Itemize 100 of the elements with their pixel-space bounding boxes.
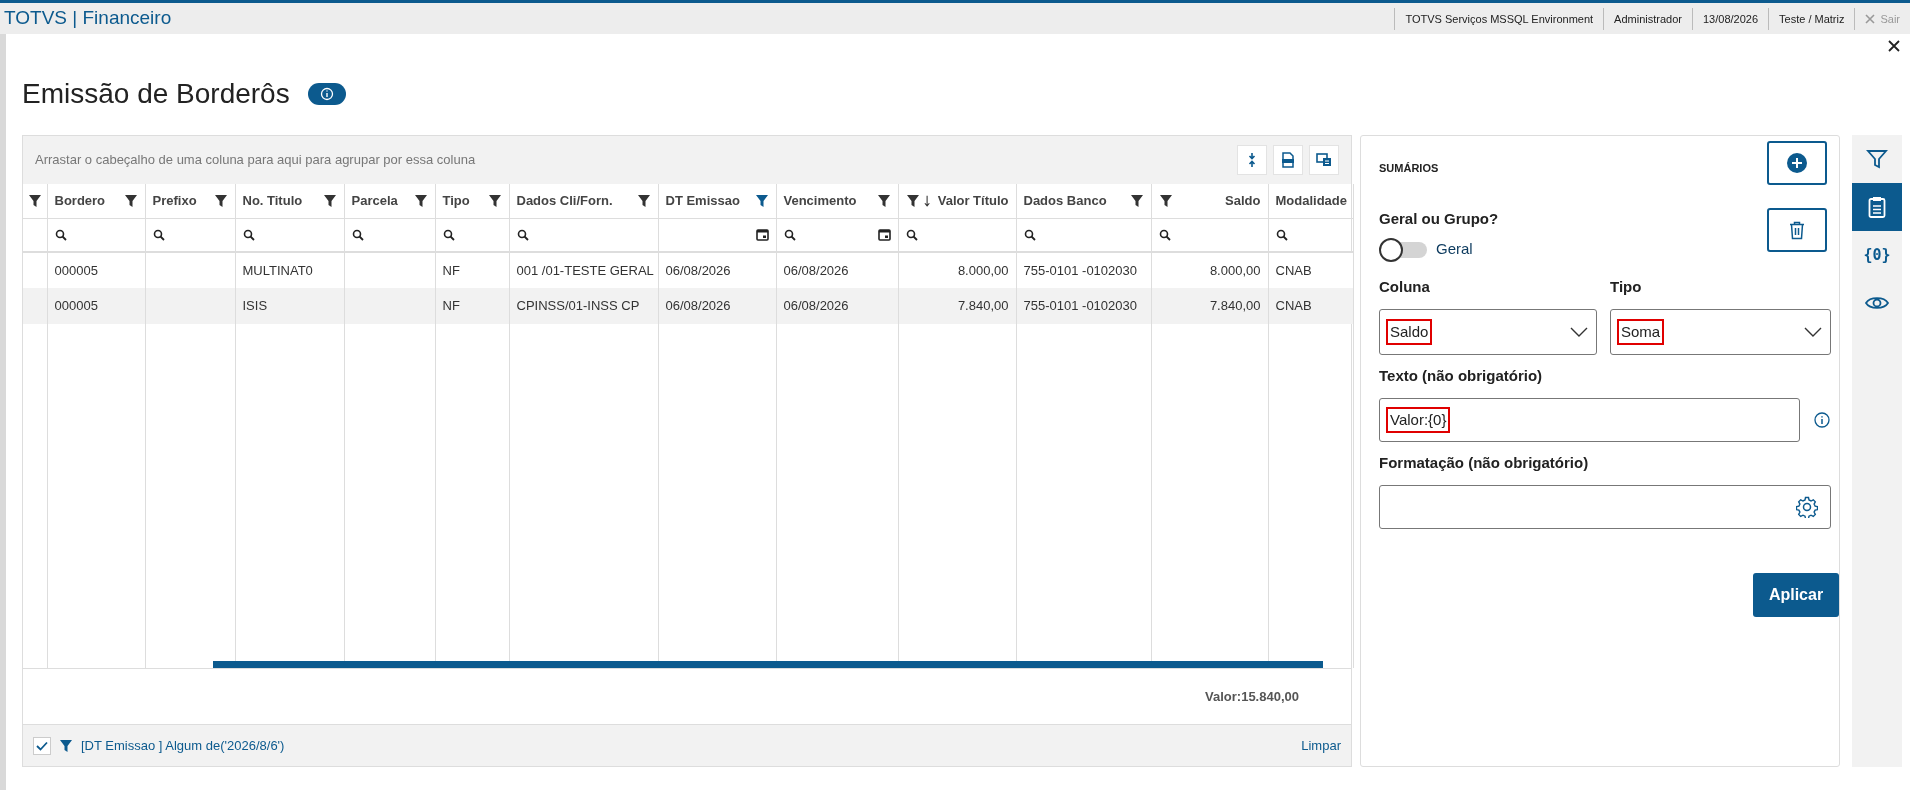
page-title: Emissão de Borderôs	[22, 77, 290, 111]
active-filter-text: [DT Emissao ] Algum de('2026/8/6')	[81, 736, 285, 755]
table-cell: 755-0101 -0102030	[1023, 262, 1137, 278]
columns-button[interactable]	[1309, 145, 1339, 175]
variable-icon: {0}	[1863, 243, 1891, 267]
clipboard-icon	[1868, 196, 1886, 218]
column-header[interactable]: Modalidade	[1275, 191, 1347, 211]
filter-icon[interactable]	[28, 193, 42, 208]
search-icon	[242, 228, 255, 241]
document-icon	[1281, 152, 1295, 168]
side-tab[interactable]: {0}	[1852, 231, 1902, 279]
table-cell: 000005	[54, 298, 98, 314]
info-icon[interactable]	[1814, 412, 1830, 428]
search-icon	[152, 228, 165, 241]
trash-icon	[1789, 220, 1805, 240]
horizontal-scrollbar[interactable]	[213, 661, 1323, 668]
filter-icon[interactable]	[905, 193, 920, 208]
panel-title: SUMÁRIOS	[1379, 161, 1439, 176]
column-header[interactable]: Dados Banco	[1023, 191, 1107, 211]
table-cell: MULTINAT0	[242, 262, 313, 278]
search-icon	[783, 228, 796, 241]
column-header[interactable]: DT Emissao	[665, 191, 740, 211]
table-cell: 06/08/2026	[665, 262, 731, 278]
eye-icon	[1865, 295, 1889, 311]
table-cell: 8.000,00	[1209, 262, 1261, 278]
column-header[interactable]: No. Titulo	[242, 191, 303, 211]
table-cell: 000005	[54, 262, 98, 278]
table-cell: NF	[442, 262, 460, 278]
copy-icon	[1316, 153, 1332, 167]
table-cell: 001 /01-TESTE GERAL	[516, 262, 654, 278]
field-label: Formatação (não obrigatório)	[1379, 454, 1589, 471]
add-button[interactable]	[1767, 141, 1827, 185]
filter-icon[interactable]	[322, 193, 337, 208]
table-cell: ISIS	[242, 298, 268, 314]
compact-button[interactable]	[1237, 145, 1267, 175]
search-icon	[442, 228, 455, 241]
type-select[interactable]: Soma	[1610, 309, 1831, 355]
search-icon	[516, 228, 529, 241]
format-field[interactable]	[1379, 485, 1831, 529]
chevron-down-icon	[1570, 327, 1588, 337]
table-cell: CPINSS/01-INSS CP	[516, 298, 640, 314]
column-header[interactable]: Parcela	[351, 191, 398, 211]
table-cell: 06/08/2026	[783, 262, 849, 278]
status-item: 13/08/2026	[1691, 7, 1769, 30]
table-cell: 7.840,00	[957, 298, 1009, 314]
filter-icon[interactable]	[487, 193, 502, 208]
column-header[interactable]: Tipo	[442, 191, 470, 211]
field-label: Tipo	[1610, 278, 1642, 295]
filter-icon[interactable]	[123, 193, 138, 208]
filter-icon[interactable]	[754, 193, 769, 208]
filter-icon	[1866, 148, 1888, 170]
column-header[interactable]: Dados Cli/Forn.	[516, 191, 613, 211]
checkbox[interactable]	[33, 736, 51, 755]
filter-icon[interactable]	[213, 193, 228, 208]
app-title: TOTVS | Financeiro	[4, 6, 172, 31]
status-item: Administrador	[1603, 7, 1692, 30]
side-tab[interactable]	[1852, 183, 1902, 231]
apply-button[interactable]: Aplicar	[1753, 573, 1839, 617]
field-label: Coluna	[1379, 278, 1430, 295]
column-header[interactable]: Bordero	[54, 191, 106, 211]
summary-total: Valor:15.840,00	[1205, 687, 1299, 706]
toggle-switch[interactable]	[1379, 237, 1427, 262]
calendar-icon[interactable]	[755, 228, 769, 242]
filter-icon[interactable]	[876, 193, 891, 208]
filter-icon[interactable]	[413, 193, 428, 208]
search-icon	[351, 228, 364, 241]
table-cell: CNAB	[1275, 262, 1312, 278]
table-cell: 06/08/2026	[665, 298, 731, 314]
text-field[interactable]: Valor:{0}	[1379, 398, 1800, 442]
column-header[interactable]: Prefixo	[152, 191, 197, 211]
field-label: Texto (não obrigatório)	[1379, 367, 1543, 384]
column-header[interactable]: Vencimento	[783, 191, 857, 211]
checkmark-icon	[36, 740, 48, 751]
column-header[interactable]: Valor Título	[937, 191, 1009, 211]
info-icon[interactable]	[307, 83, 346, 105]
field-label: Geral ou Grupo?	[1379, 209, 1499, 229]
table-cell: CNAB	[1275, 298, 1312, 314]
search-icon	[1158, 228, 1171, 241]
search-icon	[905, 228, 918, 241]
export-button[interactable]	[1273, 145, 1303, 175]
group-hint: Arrastar o cabeçalho de uma coluna para aqui para agrupar por essa coluna	[35, 151, 476, 170]
plus-icon	[1787, 153, 1807, 173]
settings-icon[interactable]	[1796, 496, 1818, 518]
filter-icon[interactable]	[636, 193, 651, 208]
filter-icon[interactable]	[1129, 193, 1144, 208]
column-select[interactable]: Saldo	[1379, 309, 1597, 355]
delete-button[interactable]	[1767, 208, 1827, 252]
table-cell: 06/08/2026	[783, 298, 849, 314]
table-cell: 7.840,00	[1209, 298, 1261, 314]
search-icon	[1275, 228, 1288, 241]
sort-down-icon[interactable]	[923, 193, 930, 208]
table-cell: 755-0101 -0102030	[1023, 298, 1137, 314]
clear-link[interactable]: Limpar	[1301, 735, 1341, 756]
close-icon[interactable]	[1888, 40, 1900, 52]
filter-icon[interactable]	[1158, 193, 1173, 208]
search-icon	[54, 228, 67, 241]
close-icon	[1865, 13, 1876, 24]
calendar-icon[interactable]	[877, 228, 891, 242]
column-header[interactable]: Saldo	[1225, 191, 1261, 211]
filter-icon[interactable]	[59, 738, 73, 753]
